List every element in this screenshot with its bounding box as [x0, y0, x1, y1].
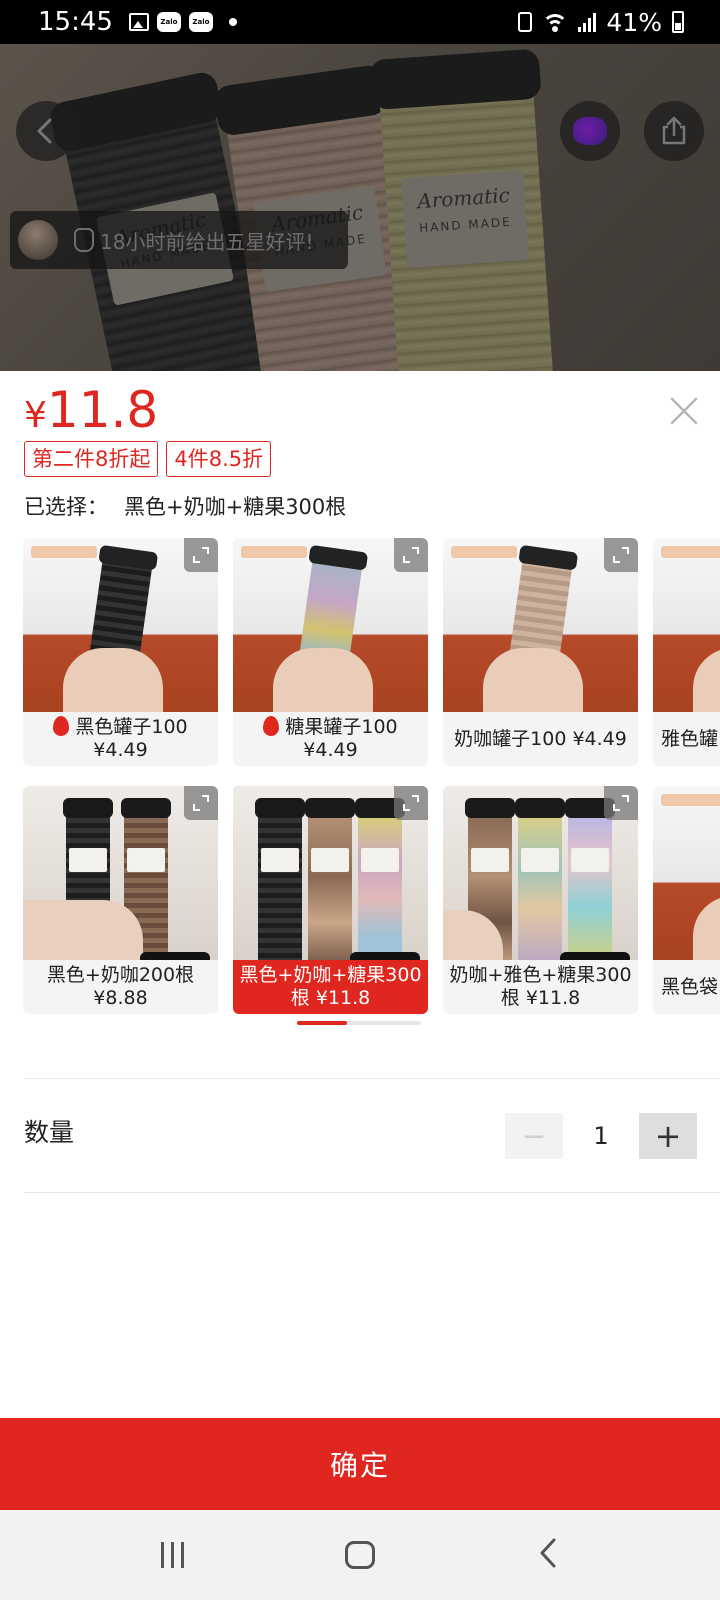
status-bar: 15:45 Zalo Zalo 41%: [0, 0, 720, 44]
variant-label: 黑色罐子100 ¥4.49: [23, 712, 218, 766]
flame-icon: [53, 716, 70, 736]
chevron-left-icon: [540, 1538, 555, 1568]
variant-label: 黑色袋: [661, 975, 719, 998]
recent-apps-button[interactable]: [160, 1542, 184, 1568]
favorite-icon: [573, 117, 607, 145]
quantity-stepper: − 1 +: [505, 1113, 697, 1159]
wifi-icon: [542, 12, 569, 32]
sku-selection-sheet: ¥ 11.8 第二件8折起 4件8.5折 已选择： 黑色+奶咖+糖果300根 黑色…: [0, 371, 720, 1418]
more-notifications-dot-icon: [228, 18, 237, 26]
divider: [24, 1192, 720, 1193]
expand-icon: [403, 547, 419, 563]
share-icon: [662, 116, 686, 145]
home-button[interactable]: [344, 1541, 375, 1569]
expand-image-button[interactable]: [184, 786, 218, 820]
expand-icon: [613, 547, 629, 563]
scroll-indicator: [297, 1021, 421, 1025]
signal-icon: [578, 12, 597, 32]
expand-image-button[interactable]: [604, 538, 638, 572]
close-icon: [670, 397, 698, 425]
selected-value: 黑色+奶咖+糖果300根: [124, 495, 347, 519]
variant-card[interactable]: 黑色袋: [653, 786, 720, 1014]
variant-label: 雅色罐: [661, 727, 719, 750]
variant-label: 奶咖+雅色+糖果300根 ¥11.8: [449, 964, 632, 1009]
review-text: 18小时前给出五星好评!: [100, 229, 314, 254]
expand-image-button[interactable]: [184, 538, 218, 572]
expand-image-button[interactable]: [394, 786, 428, 820]
variant-label: 黑色+奶咖+糖果300根 ¥11.8: [239, 964, 422, 1009]
price-value: 11.8: [46, 381, 159, 439]
expand-icon: [613, 795, 629, 811]
flame-icon: [263, 716, 280, 736]
confirm-button[interactable]: 确定: [0, 1418, 720, 1510]
zalo-notification-icon-2: Zalo: [188, 12, 213, 32]
selected-label: 已选择：: [24, 495, 108, 519]
expand-icon: [193, 547, 209, 563]
favorite-button[interactable]: [560, 101, 620, 161]
variant-label: 黑色+奶咖200根 ¥8.88: [46, 964, 195, 1009]
variant-label: 奶咖罐子100 ¥4.49: [454, 727, 627, 750]
selected-summary: 已选择： 黑色+奶咖+糖果300根: [24, 491, 346, 521]
product-image-banner[interactable]: AromaticHAND MADE AromaticHAND MADE Arom…: [0, 44, 720, 371]
chevron-left-icon: [37, 118, 52, 144]
variant-card[interactable]: 黑色+奶咖200根 ¥8.88: [23, 786, 218, 1014]
divider: [24, 1078, 720, 1079]
variant-card[interactable]: 糖果罐子100 ¥4.49: [233, 538, 428, 766]
price-currency: ¥: [24, 395, 47, 436]
thumbs-up-icon: [74, 228, 94, 252]
promo-tag: 第二件8折起: [24, 441, 159, 477]
price: ¥ 11.8: [24, 381, 158, 439]
expand-icon: [193, 795, 209, 811]
promo-tag: 4件8.5折: [166, 441, 272, 477]
quantity-label: 数量: [24, 1118, 75, 1147]
battery-saver-icon: [518, 12, 533, 32]
share-button[interactable]: [644, 101, 704, 161]
variant-card[interactable]: 奶咖罐子100 ¥4.49: [443, 538, 638, 766]
expand-image-button[interactable]: [394, 538, 428, 572]
product-jar-image: AromaticHAND MADE: [368, 48, 562, 371]
system-navigation-bar: [0, 1510, 720, 1600]
variant-label: 糖果罐子100 ¥4.49: [233, 712, 428, 766]
zalo-notification-icon: Zalo: [156, 12, 181, 32]
status-time: 15:45: [38, 7, 113, 37]
variant-thumbnail: [653, 538, 720, 712]
promo-tags: 第二件8折起 4件8.5折: [24, 441, 272, 477]
reviewer-avatar: [18, 220, 58, 260]
expand-image-button[interactable]: [604, 786, 638, 820]
gallery-notification-icon: [128, 13, 149, 31]
variant-thumbnail: [653, 786, 720, 960]
variant-card[interactable]: 黑色罐子100 ¥4.49: [23, 538, 218, 766]
expand-icon: [403, 795, 419, 811]
variant-grid[interactable]: 黑色罐子100 ¥4.49 糖果罐子100 ¥4.49 奶咖罐子100 ¥4.4: [0, 538, 720, 1018]
variant-card[interactable]: 奶咖+雅色+糖果300根 ¥11.8: [443, 786, 638, 1014]
increase-quantity-button[interactable]: +: [639, 1113, 697, 1159]
decrease-quantity-button[interactable]: −: [505, 1113, 563, 1159]
battery-icon: [672, 11, 684, 33]
system-back-button[interactable]: [536, 1537, 560, 1573]
review-ticker: 18小时前给出五星好评!: [10, 211, 348, 269]
close-button[interactable]: [664, 391, 704, 431]
battery-percent: 41%: [606, 7, 662, 37]
variant-card[interactable]: 雅色罐: [653, 538, 720, 766]
variant-card-selected[interactable]: 黑色+奶咖+糖果300根 ¥11.8: [233, 786, 428, 1014]
quantity-value[interactable]: 1: [563, 1122, 639, 1150]
back-button[interactable]: [16, 101, 76, 161]
